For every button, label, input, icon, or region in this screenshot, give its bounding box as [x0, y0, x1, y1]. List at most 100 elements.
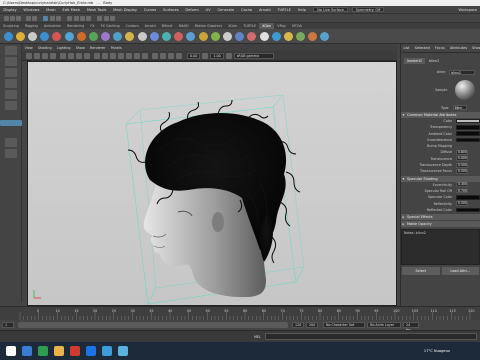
node-tab[interactable]: lambert2	[404, 57, 426, 64]
undo-icon[interactable]	[25, 15, 31, 21]
menu-deform[interactable]: Deform	[182, 8, 202, 12]
attr-value-field[interactable]: 0.300	[456, 182, 468, 188]
command-input[interactable]	[264, 333, 477, 340]
exposure-field[interactable]: 0.00	[187, 52, 201, 59]
ipr-render-icon[interactable]	[103, 15, 109, 21]
shelf-tool-icon[interactable]	[222, 31, 232, 41]
xray-joints-icon[interactable]	[168, 52, 174, 59]
fps-dropdown[interactable]: 24 fps	[403, 322, 419, 332]
smooth-shade-icon[interactable]	[102, 52, 108, 59]
save-scene-icon[interactable]	[15, 15, 21, 21]
menu-arnold[interactable]: Arnold	[256, 8, 274, 12]
outliner-highlight[interactable]	[0, 120, 22, 126]
color-swatch[interactable]	[456, 194, 480, 200]
menu-edit-mesh[interactable]: Edit Mesh	[59, 8, 83, 12]
select-by-component-icon[interactable]	[55, 15, 61, 21]
attr-menu-show[interactable]: Show	[470, 44, 480, 52]
start-icon[interactable]	[6, 346, 16, 356]
shelf-tool-icon[interactable]	[64, 31, 74, 41]
symmetry-dropdown[interactable]: Symmetry: Off	[351, 7, 385, 12]
panel-menu-shading[interactable]: Shading	[35, 46, 54, 50]
camera-attributes-icon[interactable]	[34, 52, 40, 59]
single-layout-icon[interactable]	[5, 138, 17, 147]
color-management-icon[interactable]	[225, 52, 232, 59]
shelf-tool-icon[interactable]	[40, 31, 50, 41]
xray-icon[interactable]	[160, 52, 166, 59]
live-surface-dropdown[interactable]: No Live Surface	[313, 7, 348, 12]
section-matte-opacity[interactable]: Matte Opacity	[401, 221, 480, 228]
shadows-icon[interactable]	[126, 52, 132, 59]
task-view-icon[interactable]	[38, 346, 48, 356]
paint-select-tool-icon[interactable]	[5, 68, 17, 77]
redo-icon[interactable]	[31, 15, 37, 21]
color-swatch[interactable]	[456, 131, 480, 137]
command-language[interactable]: MEL	[250, 335, 265, 339]
select-tool-icon[interactable]	[5, 46, 17, 55]
menu-windows[interactable]: Windows	[20, 8, 43, 12]
move-tool-icon[interactable]	[5, 79, 17, 88]
panel-menu-renderer[interactable]: Renderer	[87, 46, 108, 50]
shelf-tool-icon[interactable]	[76, 31, 86, 41]
notes-area[interactable]: Notes: blinn2	[401, 229, 480, 266]
menu-surfaces[interactable]: Surfaces	[160, 8, 182, 12]
attr-menu-selected[interactable]: Selected	[412, 44, 432, 52]
attr-value-field[interactable]: 0.500	[456, 169, 468, 174]
panel-menu-show[interactable]: Show	[73, 46, 87, 50]
panel-menu-panels[interactable]: Panels	[108, 46, 124, 50]
isolate-select-icon[interactable]	[152, 52, 158, 59]
menu-mesh[interactable]: Mesh	[43, 8, 59, 12]
attr-value-field[interactable]: 0.700	[456, 188, 468, 194]
select-by-object-icon[interactable]	[49, 15, 55, 21]
snap-curve-icon[interactable]	[73, 15, 79, 21]
anim-layer-dropdown[interactable]: No Anim Layer	[367, 322, 401, 328]
weather-widget[interactable]: 17°C Nuageux	[424, 349, 450, 353]
color-swatch[interactable]	[456, 137, 480, 143]
shelf-tool-icon[interactable]	[88, 31, 98, 41]
snap-grid-icon[interactable]	[67, 15, 73, 21]
shelf-tool-icon[interactable]	[101, 31, 111, 41]
shelf-tool-icon[interactable]	[283, 31, 293, 41]
four-view-layout-icon[interactable]	[5, 149, 17, 158]
shelf-tool-icon[interactable]	[162, 31, 172, 41]
menu-curves[interactable]: Curves	[140, 8, 159, 12]
file-explorer-icon[interactable]	[54, 346, 64, 356]
textured-icon[interactable]	[110, 52, 116, 59]
section-special-effects[interactable]: Special Effects	[401, 214, 480, 221]
edge-icon[interactable]	[102, 346, 112, 356]
shelf-tool-icon[interactable]	[125, 31, 135, 41]
rotate-tool-icon[interactable]	[5, 90, 17, 99]
new-scene-icon[interactable]	[3, 15, 9, 21]
render-settings-icon[interactable]	[109, 15, 115, 21]
range-start-field[interactable]: 1	[2, 322, 14, 328]
shelf-tool-icon[interactable]	[52, 31, 62, 41]
node-tab-secondary[interactable]: blinn2	[429, 58, 439, 64]
attr-value-field[interactable]: 0.500	[456, 201, 468, 207]
maya-icon[interactable]	[118, 346, 128, 356]
shelf-tool-icon[interactable]	[198, 31, 208, 41]
shelf-tool-icon[interactable]	[320, 31, 330, 41]
load-attributes-button[interactable]: Load Attri...	[441, 267, 479, 276]
shelf-tool-icon[interactable]	[308, 31, 318, 41]
open-scene-icon[interactable]	[9, 15, 15, 21]
color-swatch[interactable]	[456, 118, 480, 124]
gamma-icon[interactable]	[202, 52, 209, 59]
attr-menu-attributes[interactable]: Attributes	[447, 44, 469, 52]
menu-mesh-display[interactable]: Mesh Display	[110, 8, 141, 12]
character-set-dropdown[interactable]: No Character Set	[323, 322, 365, 328]
select-by-hierarchy-icon[interactable]	[43, 15, 49, 21]
use-lights-icon[interactable]	[118, 52, 124, 59]
menu-cache[interactable]: Cache	[238, 8, 256, 12]
color-swatch[interactable]	[456, 124, 480, 130]
wireframe-icon[interactable]	[94, 52, 100, 59]
shelf-tool-icon[interactable]	[113, 31, 123, 41]
attr-value-field[interactable]: 0.800	[456, 150, 468, 155]
gate-mask-icon[interactable]	[84, 52, 90, 59]
attr-value-field[interactable]: 0.500	[456, 162, 468, 168]
shelf-tool-icon[interactable]	[27, 31, 37, 41]
menu-display[interactable]: Display	[0, 8, 20, 12]
shelf-tool-icon[interactable]	[3, 31, 13, 41]
menu-generate[interactable]: Generate	[214, 8, 238, 12]
workspace-label[interactable]: Workspace	[458, 8, 480, 12]
shelf-tool-icon[interactable]	[210, 31, 220, 41]
render-frame-icon[interactable]	[97, 15, 103, 21]
